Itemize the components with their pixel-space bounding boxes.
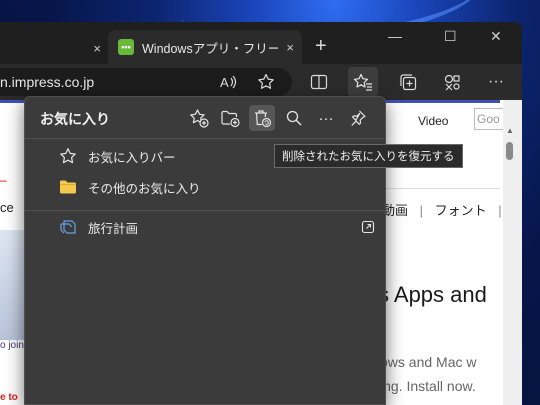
left-thumbnail-image — [0, 230, 24, 340]
travel-plan-collection-item[interactable]: 旅行計画 — [25, 212, 385, 242]
favorites-panel: お気に入り ··· お気に入りバー その他のお気に入り 旅行計画 — [24, 96, 386, 405]
tab-close-icon[interactable]: × — [93, 41, 101, 56]
favorites-button-icon[interactable] — [348, 67, 378, 97]
title-bar: × ••• Windowsアプリ・フリーソフトの × + — ☐ ✕ — [0, 22, 522, 64]
add-folder-icon[interactable] — [217, 105, 243, 131]
favorites-more-options-button[interactable]: ··· — [313, 105, 339, 131]
folder-icon — [59, 178, 77, 196]
page-subtext-line2: ing. Install now. — [380, 378, 476, 394]
left-fragment-text: ce — [0, 200, 14, 215]
settings-more-button[interactable]: ··· — [484, 70, 508, 94]
restore-deleted-favorites-icon[interactable] — [249, 105, 275, 131]
add-page-to-favorites-icon[interactable] — [186, 105, 212, 131]
favorites-item-label: その他のお気に入り — [88, 181, 201, 196]
nav-separator: | — [419, 203, 424, 218]
pin-favorites-icon[interactable] — [345, 105, 371, 131]
page-divider — [378, 188, 500, 189]
add-favorite-star-icon[interactable] — [254, 70, 278, 94]
panel-header-divider — [25, 138, 385, 139]
maximize-button[interactable]: ☐ — [444, 28, 457, 45]
page-subtext-line1: ows and Mac w — [380, 354, 477, 370]
left-marker: – — [0, 173, 7, 187]
search-favorites-icon[interactable] — [281, 105, 307, 131]
left-join-text[interactable]: o join — [0, 340, 24, 351]
scroll-thumb[interactable] — [506, 142, 513, 160]
page-headline: s Apps and — [378, 282, 487, 307]
site-favicon-icon: ••• — [118, 39, 134, 55]
split-screen-icon[interactable] — [307, 70, 331, 94]
star-outline-icon — [59, 147, 77, 165]
collections-icon — [59, 218, 77, 236]
scroll-up-arrow-icon[interactable]: ▲ — [506, 126, 514, 135]
tab-previous[interactable]: × — [0, 32, 107, 64]
favorites-item-label: お気に入りバー — [88, 150, 176, 165]
address-bar[interactable]: n.impress.co.jp A — [0, 68, 292, 96]
other-favorites-item[interactable]: その他のお気に入り — [25, 172, 385, 202]
minimize-button[interactable]: — — [388, 28, 402, 44]
page-nav-row: 動画 | フォント | — [382, 200, 502, 219]
browser-essentials-icon[interactable] — [440, 70, 464, 94]
panel-section-divider — [25, 210, 385, 211]
page-search-input[interactable]: Goo — [474, 108, 504, 130]
nav-separator: | — [498, 203, 502, 218]
tab-close-icon[interactable]: × — [286, 40, 294, 55]
favorites-item-label: 旅行計画 — [88, 221, 139, 236]
read-aloud-icon[interactable]: A — [216, 70, 240, 94]
new-tab-button[interactable]: + — [315, 34, 327, 58]
toolbar: n.impress.co.jp A ··· — [0, 64, 522, 100]
tab-active[interactable]: ••• Windowsアプリ・フリーソフトの × — [108, 30, 302, 64]
video-nav-link[interactable]: Video — [418, 114, 448, 128]
favorites-panel-title: お気に入り — [40, 111, 110, 127]
tab-title: Windowsアプリ・フリーソフトの — [142, 41, 279, 56]
close-window-button[interactable]: ✕ — [490, 28, 502, 45]
nav-link-font[interactable]: フォント — [435, 203, 487, 218]
svg-text:A: A — [220, 75, 229, 90]
open-in-collections-icon[interactable] — [361, 220, 375, 234]
collections-icon[interactable] — [396, 70, 420, 94]
restore-tooltip: 削除されたお気に入りを復元する — [274, 144, 463, 168]
left-red-text: e to — [0, 392, 18, 403]
address-text[interactable]: n.impress.co.jp — [0, 74, 94, 90]
